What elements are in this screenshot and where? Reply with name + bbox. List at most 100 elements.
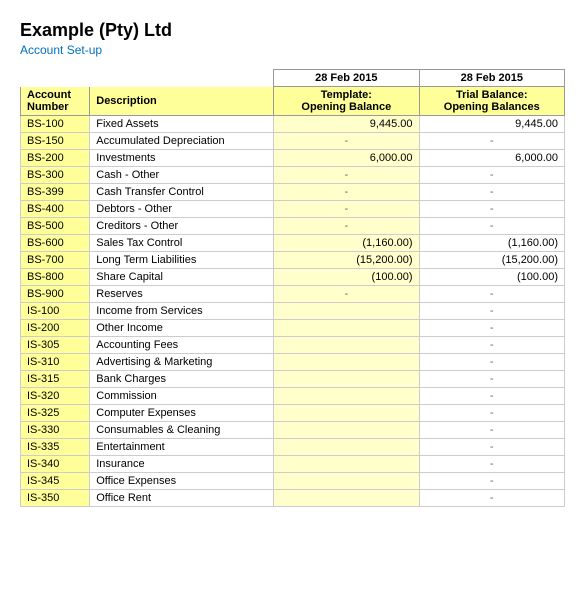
description-cell: Insurance [90, 456, 274, 473]
description-cell: Advertising & Marketing [90, 354, 274, 371]
table-row: IS-320Commission- [21, 388, 565, 405]
trial-value-cell: - [419, 218, 564, 235]
table-row: IS-315Bank Charges - [21, 371, 565, 388]
account-number-cell: BS-300 [21, 167, 90, 184]
account-number-cell: BS-200 [21, 150, 90, 167]
description-cell: Fixed Assets [90, 116, 274, 133]
empty-desc-header [90, 70, 274, 87]
template-value-cell [274, 456, 419, 473]
template-label-header: Template: Opening Balance [274, 87, 419, 116]
table-row: BS-400Debtors - Other-- [21, 201, 565, 218]
template-value-cell: - [274, 133, 419, 150]
trial-value-cell: - [419, 337, 564, 354]
account-number-cell: IS-330 [21, 422, 90, 439]
template-value-cell [274, 371, 419, 388]
description-cell: Investments [90, 150, 274, 167]
table-row: BS-800Share Capital(100.00)(100.00) [21, 269, 565, 286]
trial-value-cell: - [419, 320, 564, 337]
account-number-cell: IS-340 [21, 456, 90, 473]
template-value-cell: (1,160.00) [274, 235, 419, 252]
trial-value-cell: - [419, 133, 564, 150]
account-number-cell: IS-345 [21, 473, 90, 490]
template-value-cell: 9,445.00 [274, 116, 419, 133]
description-cell: Sales Tax Control [90, 235, 274, 252]
account-number-cell: IS-335 [21, 439, 90, 456]
template-value-cell: - [274, 167, 419, 184]
trial-value-cell: - [419, 286, 564, 303]
template-value-cell [274, 473, 419, 490]
template-value-cell [274, 320, 419, 337]
accounts-table: 28 Feb 2015 28 Feb 2015 Account Number D… [20, 69, 565, 507]
account-number-cell: IS-305 [21, 337, 90, 354]
description-cell: Accounting Fees [90, 337, 274, 354]
table-row: IS-100Income from Services- [21, 303, 565, 320]
template-value-cell [274, 354, 419, 371]
trial-value-cell: - [419, 371, 564, 388]
date-header-row: 28 Feb 2015 28 Feb 2015 [21, 70, 565, 87]
description-cell: Other Income [90, 320, 274, 337]
trial-value-cell: - [419, 473, 564, 490]
table-row: BS-300Cash - Other-- [21, 167, 565, 184]
table-row: BS-150Accumulated Depreciation-- [21, 133, 565, 150]
template-value-cell: - [274, 201, 419, 218]
description-cell: Cash - Other [90, 167, 274, 184]
trial-value-cell: - [419, 184, 564, 201]
table-row: IS-330Consumables & Cleaning - [21, 422, 565, 439]
template-value-cell: - [274, 286, 419, 303]
template-value-cell [274, 405, 419, 422]
description-cell: Share Capital [90, 269, 274, 286]
trial-value-cell: - [419, 405, 564, 422]
template-value-cell [274, 337, 419, 354]
table-row: BS-100Fixed Assets9,445.009,445.00 [21, 116, 565, 133]
table-row: BS-700Long Term Liabilities(15,200.00)(1… [21, 252, 565, 269]
table-row: IS-345Office Expenses - [21, 473, 565, 490]
table-row: IS-335Entertainment - [21, 439, 565, 456]
template-value-cell: - [274, 184, 419, 201]
subtitle: Account Set-up [20, 43, 565, 57]
description-header: Description [90, 87, 274, 116]
description-cell: Bank Charges [90, 371, 274, 388]
template-value-cell [274, 490, 419, 507]
account-number-cell: BS-600 [21, 235, 90, 252]
account-number-cell: IS-200 [21, 320, 90, 337]
trial-label-header: Trial Balance: Opening Balances [419, 87, 564, 116]
account-number-cell: IS-350 [21, 490, 90, 507]
description-cell: Creditors - Other [90, 218, 274, 235]
account-number-cell: IS-325 [21, 405, 90, 422]
company-name: Example (Pty) Ltd [20, 20, 565, 41]
account-number-cell: BS-400 [21, 201, 90, 218]
description-cell: Entertainment [90, 439, 274, 456]
template-value-cell: (15,200.00) [274, 252, 419, 269]
template-value-cell [274, 303, 419, 320]
trial-value-cell: - [419, 439, 564, 456]
table-row: IS-305Accounting Fees - [21, 337, 565, 354]
description-cell: Cash Transfer Control [90, 184, 274, 201]
description-cell: Office Rent [90, 490, 274, 507]
account-number-cell: IS-310 [21, 354, 90, 371]
description-cell: Income from Services [90, 303, 274, 320]
description-cell: Accumulated Depreciation [90, 133, 274, 150]
trial-value-cell: 6,000.00 [419, 150, 564, 167]
description-cell: Debtors - Other [90, 201, 274, 218]
trial-value-cell: - [419, 422, 564, 439]
description-cell: Consumables & Cleaning [90, 422, 274, 439]
account-number-cell: IS-320 [21, 388, 90, 405]
account-number-cell: BS-150 [21, 133, 90, 150]
account-number-cell: BS-900 [21, 286, 90, 303]
account-number-cell: IS-315 [21, 371, 90, 388]
description-cell: Reserves [90, 286, 274, 303]
trial-value-cell: - [419, 354, 564, 371]
template-value-cell: 6,000.00 [274, 150, 419, 167]
account-number-cell: BS-100 [21, 116, 90, 133]
description-cell: Office Expenses [90, 473, 274, 490]
account-number-cell: BS-700 [21, 252, 90, 269]
description-cell: Commission [90, 388, 274, 405]
account-number-cell: BS-500 [21, 218, 90, 235]
table-row: BS-500Creditors - Other-- [21, 218, 565, 235]
account-number-cell: BS-399 [21, 184, 90, 201]
template-value-cell [274, 388, 419, 405]
trial-value-cell: 9,445.00 [419, 116, 564, 133]
trial-value-cell: - [419, 303, 564, 320]
trial-value-cell: - [419, 456, 564, 473]
account-number-header: Account Number [21, 87, 90, 116]
